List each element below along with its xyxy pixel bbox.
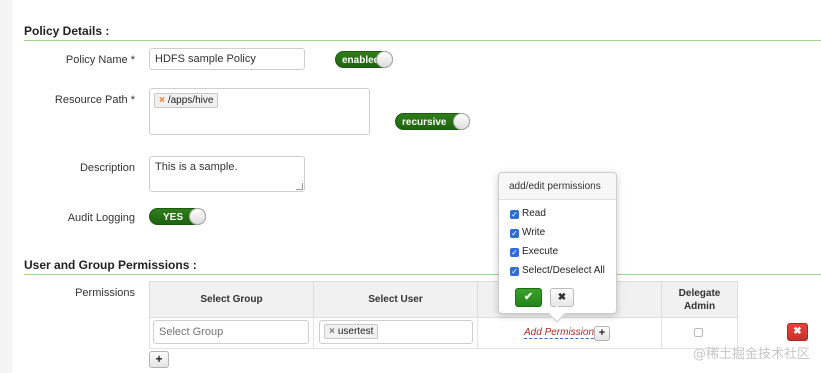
permission-option-label: Select/Deselect All xyxy=(522,265,605,276)
audit-logging-label: Audit Logging xyxy=(67,212,135,224)
edit-permissions-popover: add/edit permissions ✓ Read ✓ Write ✓ Execu… xyxy=(498,172,617,323)
policy-form-panel: Policy Details : Policy Name * HDFS samp… xyxy=(12,0,821,373)
resize-handle-icon[interactable] xyxy=(296,183,303,190)
permission-option-label: Execute xyxy=(522,246,559,257)
enabled-toggle[interactable]: enabled xyxy=(335,51,393,68)
confirm-button[interactable]: ✔ xyxy=(515,288,542,307)
permission-option-select-all[interactable]: ✓ Select/Deselect All xyxy=(510,265,605,276)
permissions-section-title: User and Group Permissions : xyxy=(24,258,197,272)
permissions-label: Permissions xyxy=(75,287,135,299)
recursive-toggle[interactable]: recursive xyxy=(395,113,470,130)
resource-path-input[interactable]: ×/apps/hive xyxy=(149,88,370,135)
policy-name-label: Policy Name * xyxy=(65,54,135,66)
watermark: @稀土掘金技术社区 xyxy=(692,347,810,362)
close-icon: ✖ xyxy=(793,326,802,337)
column-header: Select User xyxy=(313,281,478,318)
permission-option-write[interactable]: ✓ Write xyxy=(510,227,545,238)
table-header-row: Select Group Select User Delegate Admin xyxy=(149,281,738,318)
audit-logging-toggle[interactable]: YES xyxy=(149,208,206,225)
permission-option-label: Read xyxy=(522,208,546,219)
section-divider xyxy=(24,40,821,41)
checkbox-checked-icon[interactable]: ✓ xyxy=(510,248,519,257)
column-header: Select Group xyxy=(149,281,314,318)
select-group-input[interactable] xyxy=(153,320,309,344)
description-text: This is a sample. xyxy=(155,161,238,173)
enabled-toggle-label: enabled xyxy=(342,55,380,66)
cancel-button[interactable]: ✖ xyxy=(550,288,574,307)
add-permissions-button[interactable]: + xyxy=(594,326,610,341)
toggle-knob xyxy=(453,113,470,130)
add-row-button[interactable]: + xyxy=(149,351,169,368)
toggle-knob xyxy=(376,51,393,68)
section-divider xyxy=(24,274,821,275)
policy-name-input[interactable]: HDFS sample Policy xyxy=(149,48,305,70)
resource-path-label: Resource Path * xyxy=(54,94,135,106)
close-icon: ✖ xyxy=(557,292,567,303)
add-permissions-link[interactable]: Add Permissions xyxy=(524,327,600,339)
resource-path-tag-text: /apps/hive xyxy=(167,95,214,106)
toggle-knob xyxy=(189,208,206,225)
resource-path-tag[interactable]: ×/apps/hive xyxy=(154,93,219,108)
popover-title: add/edit permissions xyxy=(499,173,616,200)
remove-tag-icon[interactable]: × xyxy=(329,326,335,337)
permission-option-read[interactable]: ✓ Read xyxy=(510,208,546,219)
checkbox-checked-icon[interactable]: ✓ xyxy=(510,229,519,238)
description-textarea[interactable]: This is a sample. xyxy=(149,156,305,192)
permission-option-label: Write xyxy=(522,227,546,238)
recursive-toggle-label: recursive xyxy=(402,117,447,128)
checkbox-checked-icon[interactable]: ✓ xyxy=(510,267,519,276)
audit-logging-toggle-label: YES xyxy=(163,212,184,223)
remove-tag-icon[interactable]: × xyxy=(159,95,165,106)
column-header: Delegate Admin xyxy=(661,281,738,318)
delegate-admin-checkbox[interactable] xyxy=(694,328,703,337)
policy-details-title: Policy Details : xyxy=(24,24,110,38)
checkbox-checked-icon[interactable]: ✓ xyxy=(510,210,519,219)
description-label: Description xyxy=(79,162,135,174)
permission-option-execute[interactable]: ✓ Execute xyxy=(510,246,558,257)
user-tag-text: usertest xyxy=(337,326,374,337)
select-user-input[interactable]: × usertest xyxy=(319,320,473,344)
delete-row-button[interactable]: ✖ xyxy=(787,323,808,341)
check-icon: ✔ xyxy=(523,291,534,303)
user-tag[interactable]: × usertest xyxy=(324,324,379,339)
